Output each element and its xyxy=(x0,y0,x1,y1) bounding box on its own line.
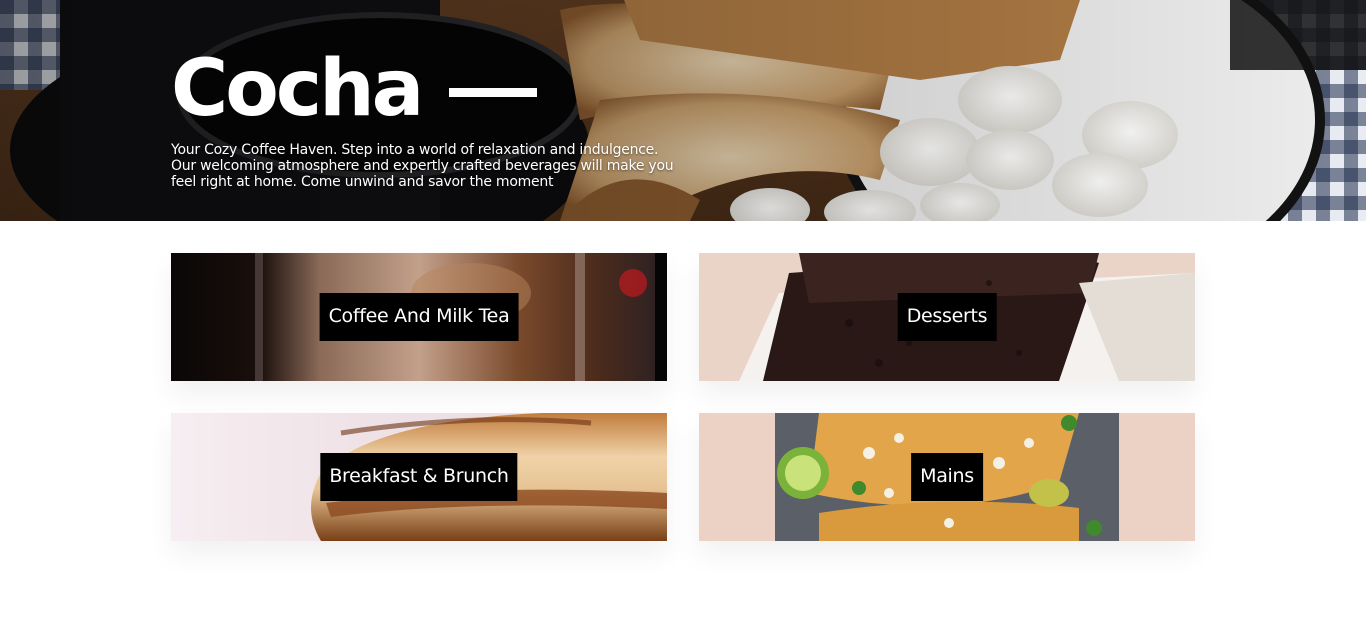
hero-description: Your Cozy Coffee Haven. Step into a worl… xyxy=(171,142,674,190)
category-label: Mains xyxy=(911,453,983,501)
title-dash-decoration xyxy=(449,87,538,97)
category-card-coffee-and-milk-tea[interactable]: Coffee And Milk Tea xyxy=(171,253,667,381)
site-title-text: Cocha xyxy=(171,44,424,134)
category-label: Desserts xyxy=(897,293,997,341)
category-label: Breakfast & Brunch xyxy=(320,453,518,501)
category-card-desserts[interactable]: Desserts xyxy=(699,253,1195,381)
hero-banner: Cocha Your Cozy Coffee Haven. Step into … xyxy=(0,0,1366,221)
category-card-mains[interactable]: Mains xyxy=(699,413,1195,541)
site-title: Cocha xyxy=(171,44,538,134)
category-card-breakfast-and-brunch[interactable]: Breakfast & Brunch xyxy=(171,413,667,541)
category-label: Coffee And Milk Tea xyxy=(319,293,519,341)
